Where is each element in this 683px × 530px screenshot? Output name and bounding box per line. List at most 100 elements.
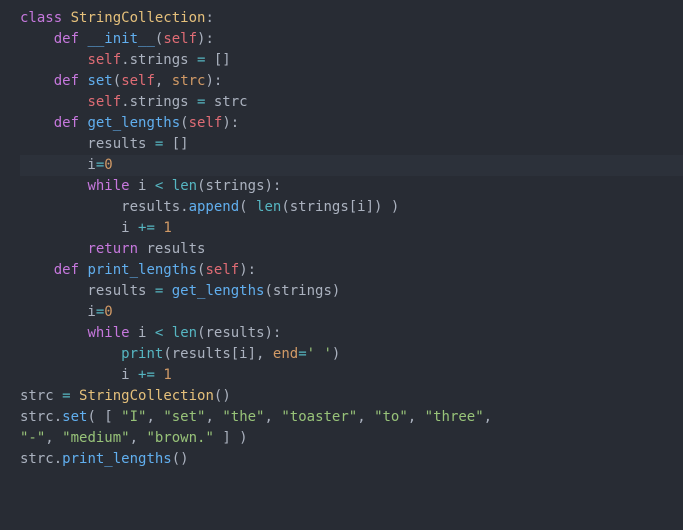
token-punct: ): <box>239 262 256 278</box>
token-punct: i <box>130 325 155 341</box>
token-str: "the" <box>222 409 264 425</box>
token-punct <box>163 178 171 194</box>
code-line[interactable]: results = get_lengths(strings) <box>20 281 683 302</box>
token-punct <box>20 178 87 194</box>
token-punct <box>163 283 171 299</box>
code-line[interactable]: "-", "medium", "brown." ] ) <box>20 428 683 449</box>
token-self: self <box>87 52 121 68</box>
token-punct: .strings <box>121 52 197 68</box>
token-punct: strc. <box>20 451 62 467</box>
token-punct: , <box>146 409 163 425</box>
token-punct: ( [ <box>87 409 121 425</box>
code-line[interactable]: print(results[i], end=' ') <box>20 344 683 365</box>
token-punct: () <box>214 388 231 404</box>
code-line[interactable]: results.append( len(strings[i]) ) <box>20 197 683 218</box>
token-str: "three" <box>425 409 484 425</box>
token-str: "set" <box>163 409 205 425</box>
token-fn: set <box>62 409 87 425</box>
token-punct: (strings) <box>264 283 340 299</box>
token-str: "medium" <box>62 430 129 446</box>
code-line[interactable]: def print_lengths(self): <box>20 260 683 281</box>
token-param: end <box>273 346 298 362</box>
token-fn: print_lengths <box>62 451 172 467</box>
token-punct: [] <box>163 136 188 152</box>
code-line[interactable]: i += 1 <box>20 218 683 239</box>
token-fn: get_lengths <box>172 283 265 299</box>
code-line[interactable]: self.strings = strc <box>20 92 683 113</box>
token-punct: i <box>130 178 155 194</box>
code-line[interactable]: def set(self, strc): <box>20 71 683 92</box>
code-line[interactable]: def __init__(self): <box>20 29 683 50</box>
token-kw: def <box>54 31 79 47</box>
token-punct: strc <box>20 388 62 404</box>
token-fn: get_lengths <box>87 115 180 131</box>
token-punct: [] <box>205 52 230 68</box>
token-self: self <box>205 262 239 278</box>
token-punct <box>163 325 171 341</box>
token-punct: , <box>45 430 62 446</box>
token-punct: ): <box>205 73 222 89</box>
code-line[interactable]: while i < len(results): <box>20 323 683 344</box>
token-punct: , <box>265 409 282 425</box>
token-punct: strc. <box>20 409 62 425</box>
token-punct: i <box>20 367 138 383</box>
token-punct: results <box>20 283 155 299</box>
code-line[interactable]: strc.print_lengths() <box>20 449 683 470</box>
token-punct: results. <box>20 199 189 215</box>
token-self: self <box>189 115 223 131</box>
code-line[interactable]: while i < len(strings): <box>20 176 683 197</box>
token-op: += <box>138 367 155 383</box>
token-punct: , <box>130 430 147 446</box>
code-line[interactable]: self.strings = [] <box>20 50 683 71</box>
token-punct: ) <box>332 346 340 362</box>
code-line[interactable]: class StringCollection: <box>20 8 683 29</box>
token-str: "brown." <box>146 430 213 446</box>
token-op: = <box>298 346 306 362</box>
code-line[interactable]: i=0 <box>20 302 683 323</box>
token-punct: ] ) <box>214 430 248 446</box>
token-punct: results <box>20 136 155 152</box>
token-param: 0 <box>104 304 112 320</box>
code-line[interactable]: strc.set( [ "I", "set", "the", "toaster"… <box>20 407 683 428</box>
token-param: 1 <box>163 220 171 236</box>
token-kw: def <box>54 73 79 89</box>
code-line[interactable]: def get_lengths(self): <box>20 113 683 134</box>
token-op: = <box>62 388 70 404</box>
token-punct <box>20 73 54 89</box>
token-kw: while <box>87 178 129 194</box>
token-punct: i <box>20 304 96 320</box>
token-builtin: len <box>172 178 197 194</box>
token-builtin: print <box>121 346 163 362</box>
token-punct <box>20 31 54 47</box>
code-line[interactable]: return results <box>20 239 683 260</box>
token-cls: StringCollection <box>79 388 214 404</box>
token-kw: while <box>87 325 129 341</box>
code-line[interactable]: i += 1 <box>20 365 683 386</box>
code-line[interactable]: strc = StringCollection() <box>20 386 683 407</box>
token-punct: i <box>20 157 96 173</box>
token-punct: , <box>357 409 374 425</box>
token-punct <box>20 346 121 362</box>
token-punct: : <box>205 10 213 26</box>
token-builtin: len <box>172 325 197 341</box>
token-kw: def <box>54 262 79 278</box>
token-punct <box>71 388 79 404</box>
code-line[interactable]: results = [] <box>20 134 683 155</box>
token-param: 1 <box>163 367 171 383</box>
code-line[interactable]: i=0 <box>20 155 683 176</box>
token-fn: __init__ <box>87 31 154 47</box>
token-self: self <box>121 73 155 89</box>
token-punct: ( <box>113 73 121 89</box>
token-punct <box>20 241 87 257</box>
token-punct: i <box>20 220 138 236</box>
token-punct: strc <box>205 94 247 110</box>
token-punct: .strings <box>121 94 197 110</box>
token-punct: , <box>205 409 222 425</box>
token-punct: , <box>484 409 492 425</box>
code-editor[interactable]: class StringCollection: def __init__(sel… <box>0 0 683 478</box>
token-cls: StringCollection <box>71 10 206 26</box>
token-punct <box>62 10 70 26</box>
token-self: self <box>87 94 121 110</box>
token-punct <box>20 262 54 278</box>
token-punct: () <box>172 451 189 467</box>
